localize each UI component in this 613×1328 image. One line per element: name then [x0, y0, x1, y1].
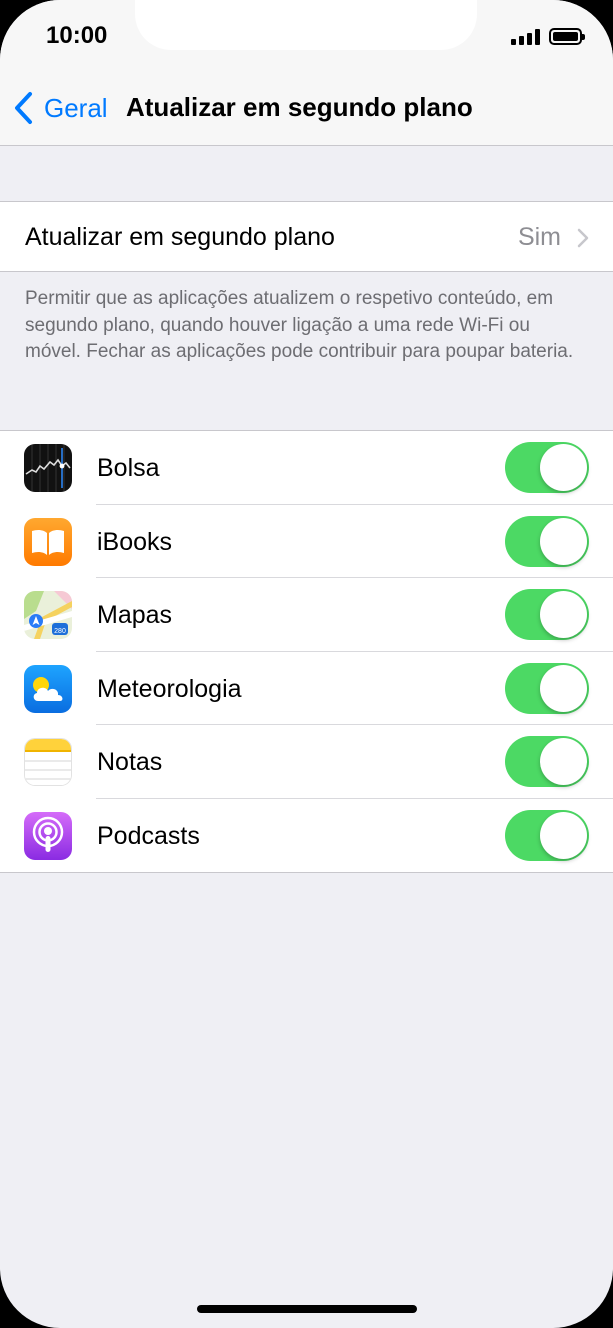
list-item: 280 Mapas: [0, 578, 613, 652]
background-refresh-setting[interactable]: Atualizar em segundo plano Sim: [0, 201, 613, 272]
status-time: 10:00: [46, 22, 108, 49]
battery-icon: [549, 28, 585, 45]
page-title: Atualizar em segundo plano: [126, 92, 473, 122]
cellular-signal-icon: [511, 29, 541, 45]
navigation-header: 10:00 Geral Atualizar em segundo plano: [0, 0, 613, 146]
setting-value: Sim: [517, 223, 561, 251]
app-name: Mapas: [97, 601, 173, 629]
toggle-meteorologia[interactable]: [505, 662, 589, 714]
maps-icon: 280: [24, 591, 72, 639]
phone-screen: 10:00 Geral Atualizar em segundo plano A…: [0, 0, 613, 1328]
app-name: Meteorologia: [97, 674, 242, 703]
setting-label: Atualizar em segundo plano: [25, 223, 335, 251]
list-item: Bolsa: [0, 431, 613, 505]
chevron-left-icon: [15, 92, 32, 124]
chevron-right-icon: [577, 228, 589, 248]
app-list: Bolsa iBooks 280 Mapas Meteorologia Nota…: [0, 430, 613, 873]
list-item: Notas: [0, 725, 613, 799]
stocks-icon: [24, 444, 72, 492]
list-item: Podcasts: [0, 799, 613, 873]
app-name: iBooks: [97, 527, 173, 556]
notch: [135, 0, 477, 50]
toggle-bolsa[interactable]: [505, 442, 589, 493]
ibooks-icon: [24, 517, 72, 566]
home-indicator[interactable]: [197, 1305, 417, 1313]
list-item: iBooks: [0, 505, 613, 578]
app-name: Notas: [97, 748, 163, 776]
toggle-ibooks[interactable]: [505, 515, 589, 567]
setting-description: Permitir que as aplicações atualizem o r…: [25, 288, 574, 362]
app-name: Bolsa: [97, 454, 160, 482]
back-button-label: Geral: [44, 92, 108, 123]
notes-icon: [24, 738, 72, 786]
toggle-mapas[interactable]: [505, 589, 589, 640]
weather-icon: [24, 664, 72, 713]
podcasts-icon: [24, 811, 72, 860]
back-button[interactable]: Geral: [12, 88, 108, 128]
svg-text:280: 280: [54, 628, 66, 635]
app-name: Podcasts: [97, 821, 200, 850]
toggle-notas[interactable]: [505, 736, 589, 787]
toggle-podcasts[interactable]: [505, 809, 589, 861]
list-item: Meteorologia: [0, 652, 613, 725]
